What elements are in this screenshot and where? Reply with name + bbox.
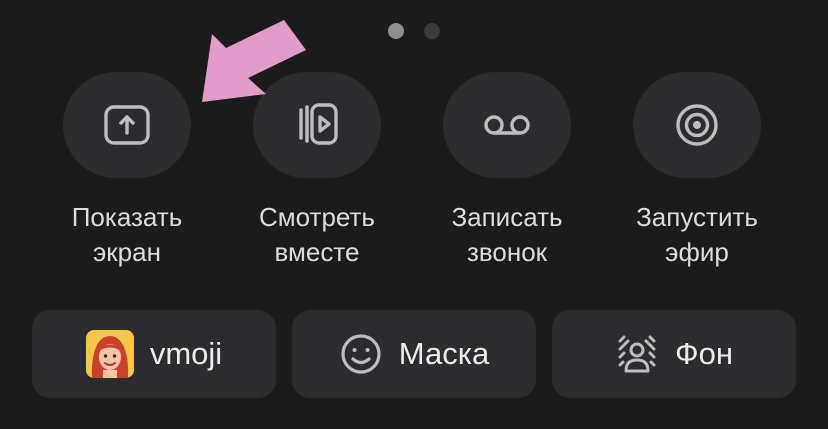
vmoji-label: vmoji: [149, 336, 223, 371]
watch-together-label: Смотреть вместе: [259, 202, 375, 267]
action-row: Показать экран Смотреть вместе Записать …: [0, 72, 828, 272]
vmoji-button[interactable]: vmoji: [32, 310, 276, 398]
mask-button[interactable]: Маска: [292, 310, 536, 398]
record-call-action[interactable]: Записать звонок: [417, 72, 597, 270]
vmoji-avatar: [85, 330, 134, 378]
broadcast-icon: [676, 104, 718, 146]
smile-icon: [339, 332, 383, 376]
page-dot-2[interactable]: [424, 23, 440, 39]
watch-together-button[interactable]: [253, 72, 381, 178]
start-stream-button[interactable]: [633, 72, 761, 178]
watch-together-action[interactable]: Смотреть вместе: [227, 72, 407, 270]
watch-together-icon: [299, 103, 338, 145]
share-screen-icon: [104, 105, 150, 145]
start-stream-label: Запустить эфир: [636, 202, 758, 267]
page-indicator: [388, 23, 440, 39]
record-call-button[interactable]: [443, 72, 571, 178]
effects-row: vmoji Маска Фон: [32, 310, 796, 398]
page-dot-1[interactable]: [388, 23, 404, 39]
call-actions-panel: Показать экран Смотреть вместе Записать …: [0, 0, 828, 429]
mask-label: Маска: [398, 336, 490, 371]
voicemail-icon: [484, 115, 530, 135]
share-screen-action[interactable]: Показать экран: [37, 72, 217, 270]
background-label: Фон: [675, 336, 733, 371]
share-screen-label: Показать экран: [71, 202, 183, 267]
background-button[interactable]: Фон: [552, 310, 796, 398]
share-screen-button[interactable]: [63, 72, 191, 178]
start-stream-action[interactable]: Запустить эфир: [607, 72, 787, 270]
record-call-label: Записать звонок: [451, 202, 563, 267]
background-person-icon: [615, 332, 659, 376]
